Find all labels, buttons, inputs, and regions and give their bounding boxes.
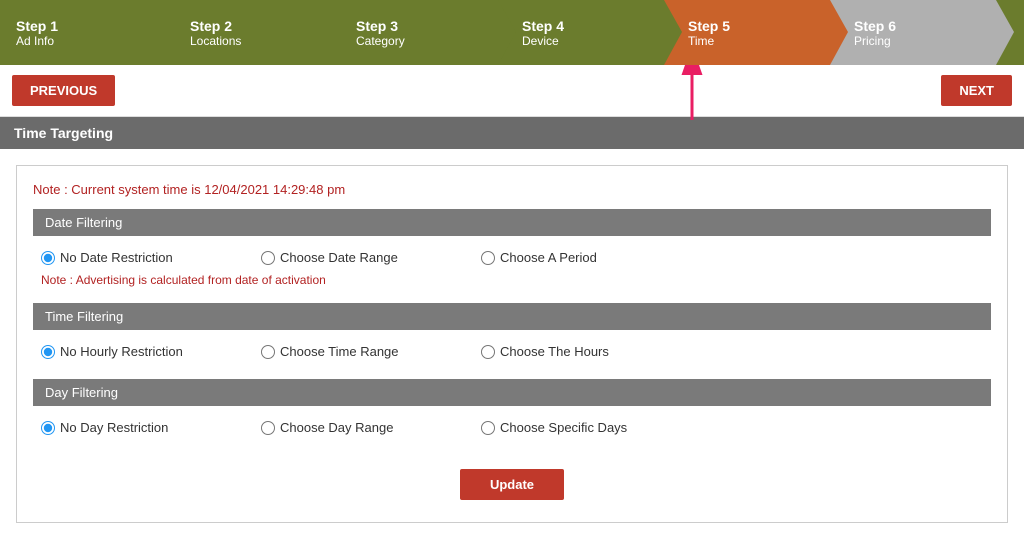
day-filter-section: Day Filtering No Day Restriction Choose … xyxy=(33,379,991,439)
time-option-no-restriction[interactable]: No Hourly Restriction xyxy=(41,344,261,359)
step5-label: Time xyxy=(688,34,814,48)
main-content: Note : Current system time is 12/04/2021… xyxy=(0,149,1024,539)
step-4[interactable]: Step 4 Device xyxy=(498,0,664,65)
time-filter-header: Time Filtering xyxy=(33,303,991,330)
step-1[interactable]: Step 1 Ad Info xyxy=(0,0,166,65)
time-radio-range[interactable] xyxy=(261,345,275,359)
system-time-note: Note : Current system time is 12/04/2021… xyxy=(33,182,991,197)
day-radio-specific[interactable] xyxy=(481,421,495,435)
step6-label: Pricing xyxy=(854,34,980,48)
date-option-no-restriction[interactable]: No Date Restriction xyxy=(41,250,261,265)
next-button[interactable]: NEXT xyxy=(941,75,1012,106)
time-radio-no-restriction[interactable] xyxy=(41,345,55,359)
step-3[interactable]: Step 3 Category xyxy=(332,0,498,65)
step3-number: Step 3 xyxy=(356,18,482,34)
day-radio-range[interactable] xyxy=(261,421,275,435)
stepper: Step 1 Ad Info Step 2 Locations Step 3 C… xyxy=(0,0,1024,65)
step2-number: Step 2 xyxy=(190,18,316,34)
update-row: Update xyxy=(33,455,991,506)
step1-label: Ad Info xyxy=(16,34,150,48)
date-radio-no-restriction[interactable] xyxy=(41,251,55,265)
step-6[interactable]: Step 6 Pricing xyxy=(830,0,996,65)
content-box: Note : Current system time is 12/04/2021… xyxy=(16,165,1008,523)
step6-number: Step 6 xyxy=(854,18,980,34)
time-filter-options: No Hourly Restriction Choose Time Range … xyxy=(33,340,991,363)
date-option-period[interactable]: Choose A Period xyxy=(481,250,701,265)
step4-number: Step 4 xyxy=(522,18,648,34)
step5-number: Step 5 xyxy=(688,18,814,34)
time-option-range[interactable]: Choose Time Range xyxy=(261,344,481,359)
section-title: Time Targeting xyxy=(0,117,1024,149)
day-option-no-restriction[interactable]: No Day Restriction xyxy=(41,420,261,435)
day-radio-no-restriction[interactable] xyxy=(41,421,55,435)
step3-label: Category xyxy=(356,34,482,48)
date-radio-range[interactable] xyxy=(261,251,275,265)
page-wrapper: Step 1 Ad Info Step 2 Locations Step 3 C… xyxy=(0,0,1024,539)
step-2[interactable]: Step 2 Locations xyxy=(166,0,332,65)
step4-label: Device xyxy=(522,34,648,48)
step5-arrow-indicator xyxy=(672,65,712,125)
time-radio-hours[interactable] xyxy=(481,345,495,359)
step2-label: Locations xyxy=(190,34,316,48)
step-5[interactable]: Step 5 Time xyxy=(664,0,830,65)
date-option-range[interactable]: Choose Date Range xyxy=(261,250,481,265)
step1-number: Step 1 xyxy=(16,18,150,34)
day-option-specific[interactable]: Choose Specific Days xyxy=(481,420,701,435)
update-button[interactable]: Update xyxy=(460,469,564,500)
day-filter-header: Day Filtering xyxy=(33,379,991,406)
day-option-range[interactable]: Choose Day Range xyxy=(261,420,481,435)
toolbar: PREVIOUS NEXT xyxy=(0,65,1024,117)
day-filter-options: No Day Restriction Choose Day Range Choo… xyxy=(33,416,991,439)
previous-button[interactable]: PREVIOUS xyxy=(12,75,115,106)
date-filter-header: Date Filtering xyxy=(33,209,991,236)
date-filter-section: Date Filtering No Date Restriction Choos… xyxy=(33,209,991,287)
time-filter-section: Time Filtering No Hourly Restriction Cho… xyxy=(33,303,991,363)
date-radio-period[interactable] xyxy=(481,251,495,265)
date-filter-options: No Date Restriction Choose Date Range Ch… xyxy=(33,246,991,269)
time-option-hours[interactable]: Choose The Hours xyxy=(481,344,701,359)
activation-note: Note : Advertising is calculated from da… xyxy=(41,273,983,287)
